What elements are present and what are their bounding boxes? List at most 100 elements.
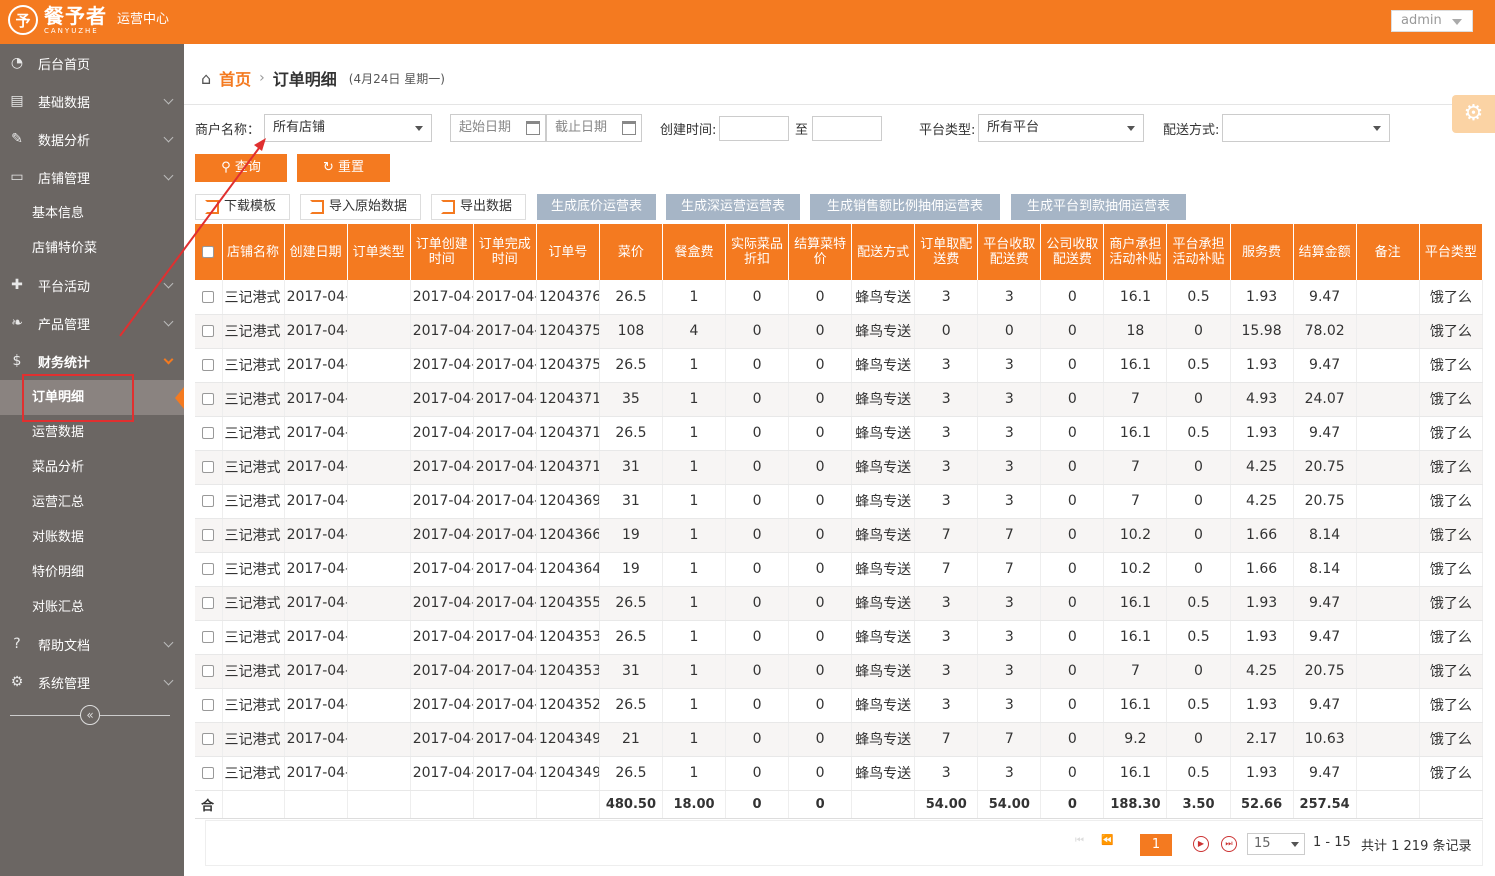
sidebar-subitem-store-1[interactable]: 店铺特价菜	[0, 231, 184, 266]
column-header[interactable]: 结算菜特价	[788, 224, 853, 280]
download-template-button[interactable]: 下载模板	[195, 194, 290, 220]
platform-select[interactable]: 所有平台	[978, 114, 1144, 142]
delivery-select[interactable]	[1222, 114, 1390, 142]
sidebar-item-4[interactable]: ✚ 平台活动	[0, 266, 184, 304]
start-date-input[interactable]: 起始日期	[450, 114, 546, 142]
row-checkbox-cell[interactable]	[195, 314, 223, 349]
import-raw-button[interactable]: 导入原始数据	[300, 194, 421, 220]
row-checkbox[interactable]	[202, 495, 215, 507]
column-header[interactable]: 备注	[1356, 224, 1420, 280]
column-header[interactable]: 服务费	[1230, 224, 1294, 280]
user-dropdown[interactable]: admin	[1391, 10, 1473, 32]
breadcrumb-home[interactable]: 首页	[219, 66, 251, 90]
column-header[interactable]: 订单类型	[347, 224, 411, 280]
row-checkbox-cell[interactable]	[195, 348, 223, 383]
prev-page-icon[interactable]: ⏪	[1101, 835, 1113, 846]
row-checkbox[interactable]	[202, 597, 215, 609]
column-header[interactable]: 公司收取配送费	[1040, 224, 1105, 280]
query-button[interactable]: ⚲ 查询	[195, 154, 287, 182]
row-checkbox[interactable]	[202, 631, 215, 643]
column-header[interactable]: 商户承担活动补贴	[1103, 224, 1168, 280]
row-checkbox[interactable]	[202, 461, 215, 473]
row-checkbox-cell[interactable]	[195, 382, 223, 417]
row-checkbox-cell[interactable]	[195, 722, 223, 757]
row-checkbox[interactable]	[202, 325, 215, 337]
row-checkbox[interactable]	[202, 733, 215, 745]
table-row[interactable]: 三记港式 2017-04- 2017-04- 2017-04- 1204375 26.5 1…	[195, 348, 1484, 383]
table-row[interactable]: 三记港式 2017-04- 2017-04- 2017-04- 1204371 31 1 0 0…	[195, 450, 1484, 485]
sidebar-subitem-finance-3[interactable]: 运营汇总	[0, 485, 184, 520]
table-row[interactable]: 三记港式 2017-04- 2017-04- 2017-04- 1204355 26.5 1…	[195, 586, 1484, 621]
row-checkbox[interactable]	[202, 529, 215, 541]
row-checkbox[interactable]	[202, 665, 215, 677]
column-header[interactable]: 订单号	[536, 224, 600, 280]
column-header[interactable]: 菜价	[599, 224, 663, 280]
column-header[interactable]: 创建日期	[284, 224, 348, 280]
page-size-select[interactable]: 15	[1247, 833, 1305, 855]
sidebar-item-5[interactable]: ❧ 产品管理	[0, 304, 184, 342]
table-row[interactable]: 三记港式 2017-04- 2017-04- 2017-04- 1204366 19 1 0 0…	[195, 518, 1484, 553]
table-row[interactable]: 三记港式 2017-04- 2017-04- 2017-04- 1204371 35 1 0 0…	[195, 382, 1484, 417]
column-header[interactable]: 订单取配送费	[914, 224, 979, 280]
collapse-sidebar-icon[interactable]: «	[80, 705, 100, 725]
column-header[interactable]: 配送方式	[851, 224, 916, 280]
select-all-checkbox-cell[interactable]	[195, 224, 223, 280]
table-row[interactable]: 三记港式 2017-04- 2017-04- 2017-04- 1204352 26.5 1…	[195, 688, 1484, 723]
row-checkbox-cell[interactable]	[195, 450, 223, 485]
row-checkbox-cell[interactable]	[195, 654, 223, 689]
sidebar-subitem-finance-2[interactable]: 菜品分析	[0, 450, 184, 485]
table-row[interactable]: 三记港式 2017-04- 2017-04- 2017-04- 1204349 21 1 0 0…	[195, 722, 1484, 757]
column-header[interactable]: 结算金额	[1293, 224, 1357, 280]
end-date-input[interactable]: 截止日期	[546, 114, 642, 142]
table-row[interactable]: 三记港式 2017-04- 2017-04- 2017-04- 1204371 26.5 1…	[195, 416, 1484, 451]
sidebar-item-0[interactable]: ◔ 后台首页	[0, 44, 184, 82]
row-checkbox[interactable]	[202, 290, 215, 303]
sidebar-subitem-finance-5[interactable]: 特价明细	[0, 555, 184, 590]
sidebar-item-7[interactable]: ? 帮助文档	[0, 625, 184, 663]
sidebar-item-2[interactable]: ✎ 数据分析	[0, 120, 184, 158]
gen-base-price-button[interactable]: 生成底价运营表	[537, 194, 656, 220]
sidebar-subitem-finance-6[interactable]: 对账汇总	[0, 590, 184, 625]
row-checkbox[interactable]	[202, 767, 215, 779]
gen-deep-ops-button[interactable]: 生成深运营运营表	[666, 194, 800, 220]
current-page-button[interactable]: 1	[1140, 834, 1172, 856]
table-row[interactable]: 三记港式 2017-04- 2017-04- 2017-04- 1204353 26.5 1…	[195, 620, 1484, 655]
column-header[interactable]: 店铺名称	[222, 224, 285, 280]
sidebar-subitem-finance-4[interactable]: 对账数据	[0, 520, 184, 555]
gen-platform-commission-button[interactable]: 生成平台到款抽佣运营表	[1011, 194, 1186, 220]
next-page-icon[interactable]: ▶	[1193, 836, 1209, 852]
sidebar-item-1[interactable]: ▤ 基础数据	[0, 82, 184, 120]
row-checkbox[interactable]	[202, 427, 215, 439]
column-header[interactable]: 平台收取配送费	[977, 224, 1042, 280]
home-icon[interactable]: ⌂	[201, 69, 211, 88]
table-row[interactable]: 三记港式 2017-04- 2017-04- 2017-04- 1204349 26.5 1…	[195, 756, 1484, 791]
export-button[interactable]: 导出数据	[431, 194, 526, 220]
column-header[interactable]: 平台类型	[1419, 224, 1484, 280]
row-checkbox-cell[interactable]	[195, 688, 223, 723]
column-header[interactable]: 餐盒费	[662, 224, 727, 280]
row-checkbox-cell[interactable]	[195, 756, 223, 791]
row-checkbox-cell[interactable]	[195, 620, 223, 655]
gen-sales-commission-button[interactable]: 生成销售额比例抽佣运营表	[810, 194, 1000, 220]
column-header[interactable]: 订单完成时间	[473, 224, 537, 280]
settings-gear-icon[interactable]: ⚙	[1452, 95, 1495, 133]
sidebar-item-3[interactable]: ▭ 店铺管理	[0, 158, 184, 196]
calendar-icon[interactable]	[622, 121, 636, 135]
table-row[interactable]: 三记港式 2017-04- 2017-04- 2017-04- 1204375 108 4 0…	[195, 314, 1484, 349]
created-time-to-input[interactable]	[812, 116, 882, 141]
sidebar-item-8[interactable]: ⚙ 系统管理	[0, 663, 184, 701]
table-row[interactable]: 三记港式 2017-04- 2017-04- 2017-04- 1204364 19 1 0 0…	[195, 552, 1484, 587]
merchant-select[interactable]: 所有店铺	[264, 114, 432, 142]
row-checkbox[interactable]	[202, 699, 215, 711]
column-header[interactable]: 实际菜品折扣	[725, 224, 790, 280]
logo[interactable]: 予 餐予者 CANYUZHE 运营中心	[8, 5, 169, 35]
calendar-icon[interactable]	[526, 121, 540, 135]
row-checkbox-cell[interactable]	[195, 280, 223, 315]
select-all-checkbox[interactable]	[202, 246, 215, 258]
row-checkbox[interactable]	[202, 563, 215, 575]
sidebar-subitem-store-0[interactable]: 基本信息	[0, 196, 184, 231]
table-row[interactable]: 三记港式 2017-04- 2017-04- 2017-04- 1204353 31 1 0 0…	[195, 654, 1484, 689]
table-row[interactable]: 三记港式 2017-04- 2017-04- 2017-04- 1204369 31 1 0 0…	[195, 484, 1484, 519]
row-checkbox-cell[interactable]	[195, 518, 223, 553]
column-header[interactable]: 平台承担活动补贴	[1166, 224, 1231, 280]
